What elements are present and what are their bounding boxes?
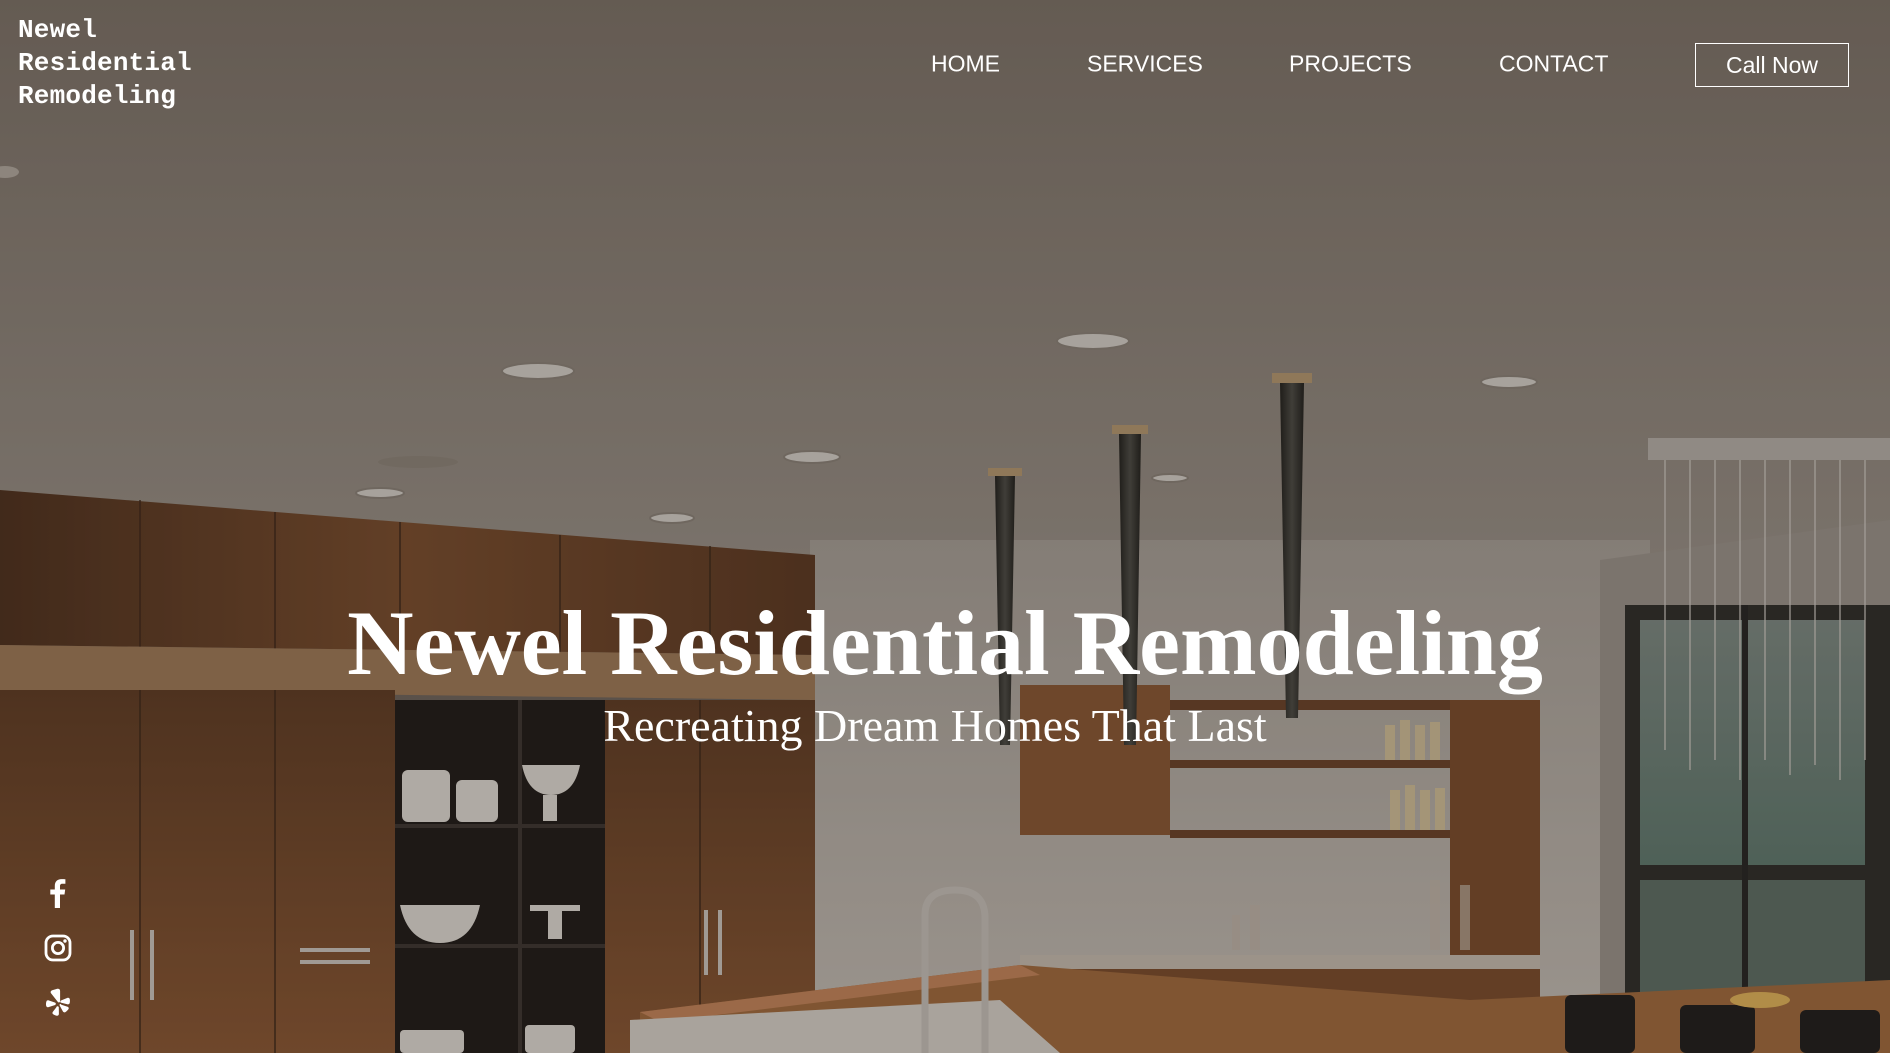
- hero-section: Newel Residential Remodeling HOME SERVIC…: [0, 0, 1890, 1053]
- hero-subtitle: Recreating Dream Homes That Last: [603, 700, 1267, 751]
- nav-contact-link[interactable]: CONTACT: [1499, 51, 1608, 78]
- hero-title: Newel Residential Remodeling: [347, 592, 1543, 694]
- facebook-icon[interactable]: [40, 875, 76, 911]
- brand-logo[interactable]: Newel Residential Remodeling: [18, 14, 258, 113]
- instagram-icon[interactable]: [40, 930, 76, 966]
- nav-home-link[interactable]: HOME: [931, 51, 1000, 78]
- hero-background-image: [0, 0, 1890, 1053]
- social-links: [40, 875, 76, 1040]
- logo-line-1: Newel: [18, 15, 98, 45]
- logo-line-2: Residential: [18, 48, 192, 78]
- call-now-button[interactable]: Call Now: [1695, 43, 1849, 87]
- yelp-icon[interactable]: [40, 985, 76, 1021]
- nav-services-link[interactable]: SERVICES: [1087, 51, 1203, 78]
- nav-projects-link[interactable]: PROJECTS: [1289, 51, 1412, 78]
- logo-line-3: Remodeling: [18, 81, 177, 111]
